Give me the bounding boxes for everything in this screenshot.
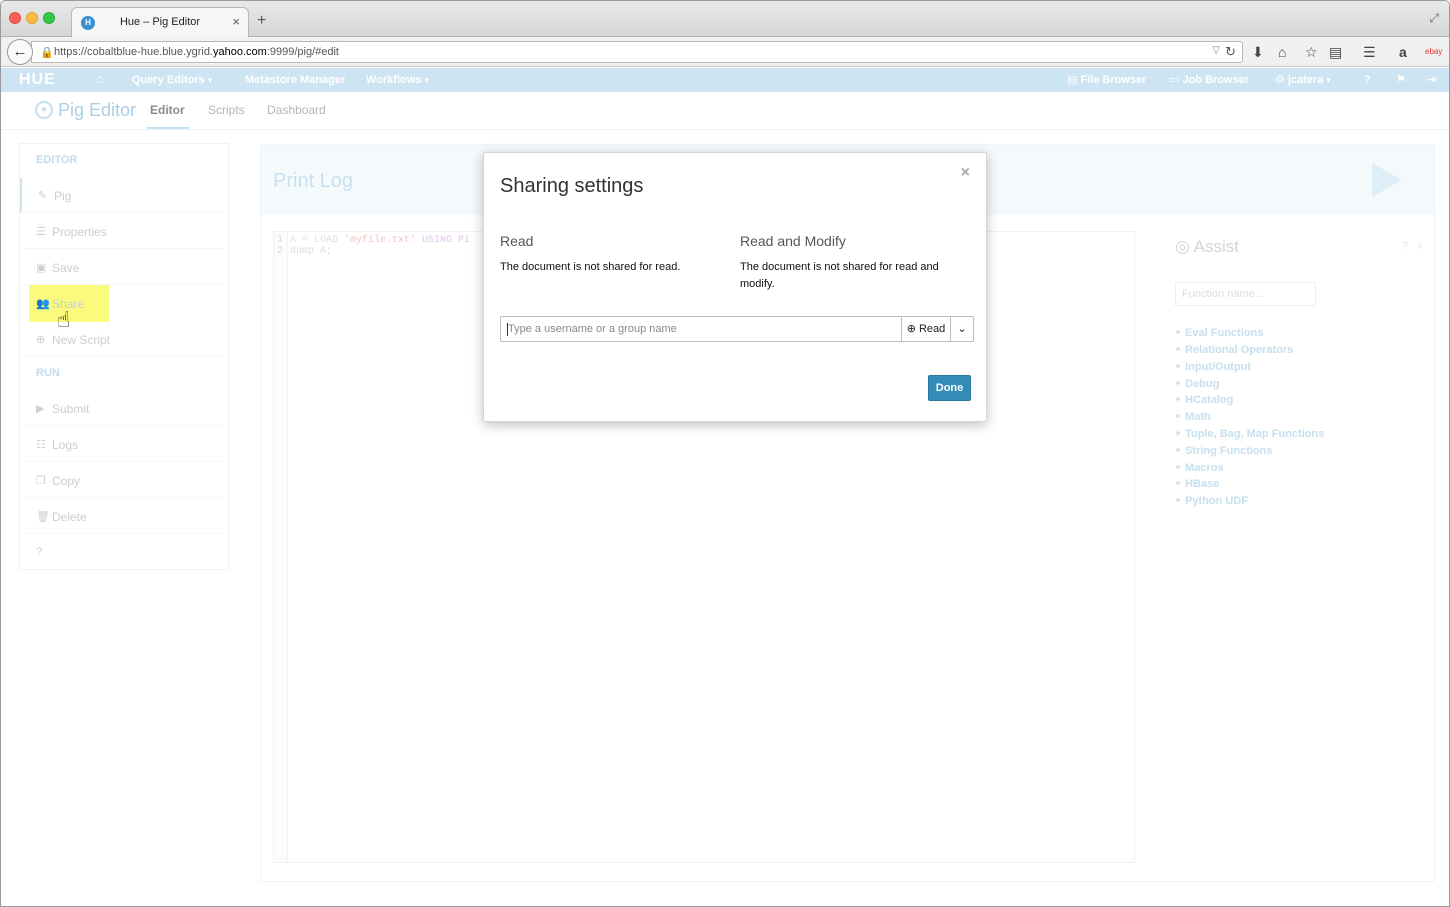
sidebar-overlay: 👥 Share ⊕ New Script RUN ▶ Submit ☷ Logs ❐ Co… [19,143,229,570]
assist-link-tuple-bag-map[interactable]: ‣ Tuple, Bag, Map Functions [1175,427,1324,440]
line-number: 2 [277,246,284,257]
nav-user-menu[interactable]: ⚙ jcatera ▾ [1275,73,1331,87]
modify-column-title: Read and Modify [740,233,846,249]
assist-link-eval-functions[interactable]: ‣ Eval Functions [1175,326,1263,339]
plus-circle-icon: ⊕ [906,323,916,335]
tab-editor[interactable]: Editor [150,103,185,117]
url-bar[interactable]: 🔒 https://cobaltblue-hue.blue.ygrid.yaho… [31,41,1243,63]
modal-title: Sharing settings [500,175,644,197]
app-title[interactable]: Pig Editor [58,100,136,121]
editor-gutter: 1 2 [274,232,288,862]
script-title[interactable]: Print Log [273,170,353,193]
hand-cursor-icon: ☝ [57,307,71,332]
url-history-dropdown-icon[interactable]: ▽ [1212,45,1220,56]
bookmark-star-icon[interactable]: ☆ [1305,43,1318,61]
browser-toolbar: 🔒 https://cobaltblue-hue.blue.ygrid.yaho… [1,37,1449,67]
chevron-right-icon[interactable]: › [1417,237,1422,253]
minimize-window-button[interactable] [26,12,38,24]
share-user-placeholder: Type a username or a group name [508,323,677,335]
permission-dropdown-toggle[interactable]: ⌄ [950,316,974,342]
sidebar-item-new-script[interactable]: ⊕ New Script [20,322,228,357]
question-icon: ? [36,546,43,558]
flag-icon[interactable]: ⚑ [1396,73,1406,87]
menu-icon[interactable]: ☰ [1363,43,1376,61]
reading-list-icon[interactable]: ▤ [1329,43,1342,61]
copy-icon: ❐ [36,475,46,487]
nav-workflows[interactable]: Workflows ▾ [366,73,429,87]
users-icon: 👥 [36,298,50,310]
hue-navbar: HUE ⌂ Query Editors ▾ Metastore Manager W… [1,68,1449,92]
modify-status-text: The document is not shared for read and … [740,261,939,290]
fullscreen-icon[interactable]: ⤢ [1429,11,1439,26]
line-number: 1 [277,235,284,246]
play-icon: ▶ [36,403,45,415]
tab-title: Hue – Pig Editor [119,16,201,28]
active-tab-indicator [147,127,189,129]
home-icon[interactable]: ⌂ [1278,43,1286,61]
assist-link-input-output[interactable]: ‣ Input/Output [1175,360,1251,373]
sidebar-item-copy[interactable]: ❐ Copy [20,463,228,498]
permission-read-button[interactable]: ⊕ Read [901,316,951,342]
read-status-text: The document is not shared for read. [500,261,681,273]
run-play-icon[interactable] [1372,163,1402,197]
home-icon[interactable]: ⌂ [96,72,104,86]
chevron-down-icon: ⌄ [957,323,967,335]
assist-link-hcatalog[interactable]: ‣ HCatalog [1175,393,1233,406]
browser-window: H Hue – Pig Editor × + ⤢ 🔒 https://cobal… [0,0,1450,907]
tab-dashboard[interactable]: Dashboard [267,103,326,117]
plus-circle-icon: ⊕ [36,334,46,346]
nav-file-browser[interactable]: ▤ File Browser [1067,73,1146,87]
lock-icon: 🔒 [40,47,54,59]
back-button[interactable]: ← [7,39,33,65]
sidebar-item-logs[interactable]: ☷ Logs [20,427,228,462]
assist-link-debug[interactable]: ‣ Debug [1175,377,1219,390]
new-tab-button[interactable]: + [257,13,266,29]
assist-link-macros[interactable]: ‣ Macros [1175,461,1224,474]
sidebar-item-delete[interactable]: 🗑 Delete [20,499,228,534]
hue-logo[interactable]: HUE [19,71,56,89]
nav-job-browser[interactable]: ▭ Job Browser [1169,73,1249,87]
assist-link-python-udf[interactable]: ‣ Python UDF [1175,494,1248,507]
browser-tab[interactable]: H Hue – Pig Editor × [71,7,249,37]
nav-query-editors[interactable]: Query Editors ▾ [132,73,212,87]
read-column-title: Read [500,233,534,249]
zoom-window-button[interactable] [43,12,55,24]
pig-icon: ● [35,101,53,119]
code-line: A = LOAD 'myfile.txt' USING Pi [290,235,471,246]
ebay-icon[interactable]: ebay [1425,43,1442,61]
sidebar-item-share[interactable]: 👥 Share [20,286,228,321]
sidebar-run-header: RUN [36,367,60,379]
modal-close-button[interactable]: × [961,164,970,182]
nav-metastore-manager[interactable]: Metastore Manager [245,73,345,87]
assist-help-icon[interactable]: ? [1402,240,1408,252]
code-line: dump A; [290,246,333,257]
help-icon[interactable]: ? [1364,73,1371,87]
sharing-modal: × Sharing settings Read The document is … [483,152,987,422]
sidebar-item-submit[interactable]: ▶ Submit [20,391,228,426]
tab-scripts[interactable]: Scripts [208,103,245,117]
amazon-icon[interactable]: a [1399,43,1407,61]
download-icon[interactable]: ⬇ [1252,43,1264,61]
done-button[interactable]: Done [928,375,971,401]
app-header: ● Pig Editor Editor Scripts Dashboard [1,92,1449,130]
logout-icon[interactable]: ⇥ [1427,73,1436,87]
assist-link-string-functions[interactable]: ‣ String Functions [1175,444,1272,457]
reload-icon[interactable]: ↻ [1225,44,1236,60]
url-text: https://cobaltblue-hue.blue.ygrid.yahoo.… [54,46,339,58]
function-search-input[interactable]: Function name... [1175,282,1316,306]
share-user-input[interactable]: Type a username or a group name [500,316,902,342]
trash-icon: 🗑 [36,511,50,523]
assist-link-relational-operators[interactable]: ‣ Relational Operators [1175,343,1293,356]
tasks-icon: ☷ [36,439,46,451]
assist-link-math[interactable]: ‣ Math [1175,410,1211,423]
sidebar-item-help[interactable]: ? [20,535,228,570]
close-window-button[interactable] [9,12,21,24]
tab-close-icon[interactable]: × [232,14,240,29]
assist-link-hbase[interactable]: ‣ HBase [1175,477,1219,490]
browser-titlebar: H Hue – Pig Editor × + ⤢ [1,1,1449,37]
assist-title: ◎ Assist [1175,237,1239,256]
